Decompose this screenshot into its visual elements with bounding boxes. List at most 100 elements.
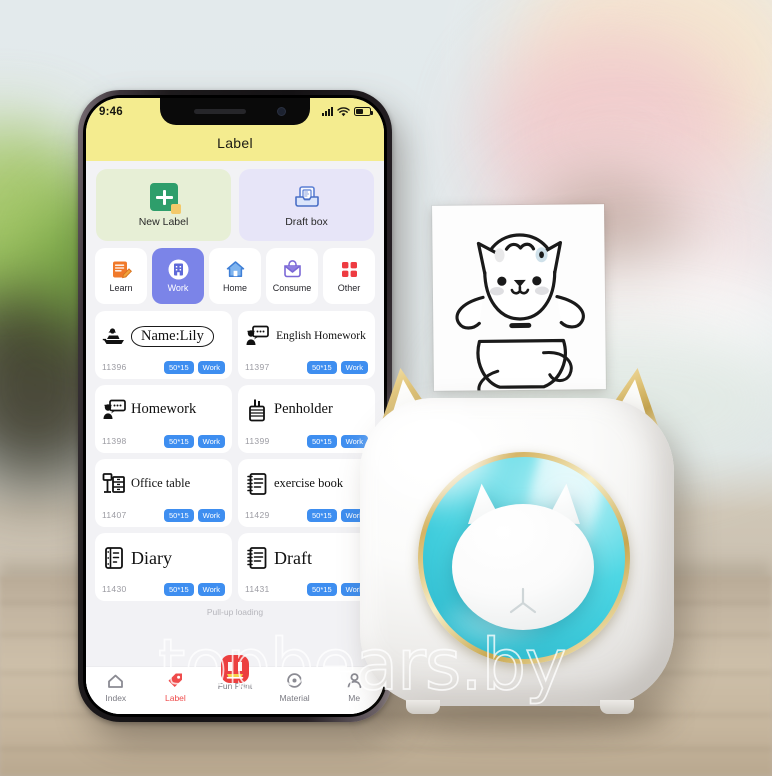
category-label: Consume	[272, 283, 312, 293]
printer-foot	[600, 700, 634, 714]
page-title: Label	[217, 135, 253, 151]
tab-index[interactable]: Index	[86, 671, 146, 703]
category-label: Home	[222, 283, 247, 293]
notebook-icon	[245, 546, 269, 570]
tag-badge: Work	[197, 360, 225, 374]
office-building-icon	[168, 259, 189, 280]
printer-body	[360, 398, 674, 714]
house-icon	[225, 259, 246, 280]
category-label: Other	[337, 283, 361, 293]
draft-box-icon	[292, 183, 322, 211]
size-badge: 50*15	[164, 582, 194, 596]
label-id: 11396	[102, 362, 127, 373]
penholder-icon	[245, 398, 269, 422]
label-grid: Name:Lily 11396 50*15 Work English Homew…	[86, 304, 384, 601]
status-time: 9:46	[99, 105, 123, 118]
category-label: Work	[167, 283, 189, 293]
quick-actions-row: New Label Draft box	[86, 161, 384, 241]
cat-thermal-printer	[352, 368, 682, 736]
diary-book-icon	[102, 546, 126, 570]
app-header: Label	[86, 125, 384, 161]
gold-ring-bezel	[418, 452, 630, 664]
label-id: 11430	[102, 584, 127, 595]
tab-label: Material	[279, 693, 310, 703]
size-badge: 50*15	[307, 360, 337, 374]
size-badge: 50*15	[164, 508, 194, 522]
label-id: 11431	[245, 584, 270, 595]
size-badge: 50*15	[307, 508, 337, 522]
category-learn[interactable]: Learn	[95, 248, 147, 304]
cellular-signal-icon	[322, 107, 333, 116]
phone-bezel: 9:46 Label New Label Draft box Learn Wor…	[83, 95, 387, 717]
printer-foot	[406, 700, 440, 714]
front-camera-icon	[277, 107, 286, 116]
tag-badge: Work	[197, 434, 225, 448]
notebook-icon	[245, 472, 269, 496]
label-tile[interactable]: Homework 11398 50*15 Work	[95, 385, 232, 453]
label-tile[interactable]: Diary 11430 50*15 Work	[95, 533, 232, 601]
label-title: English Homework	[276, 329, 366, 342]
category-row: Learn Work Home Consume Other	[86, 241, 384, 304]
label-title: exercise book	[274, 476, 344, 491]
phone-screen[interactable]: 9:46 Label New Label Draft box Learn Wor…	[86, 98, 384, 714]
size-badge: 50*15	[164, 434, 194, 448]
chat-bubble-icon	[245, 324, 269, 348]
label-id: 11407	[102, 510, 127, 521]
grid-squares-icon	[339, 259, 360, 280]
tab-label: Label	[164, 693, 186, 703]
label-tile[interactable]: Name:Lily 11396 50*15 Work	[95, 311, 232, 379]
category-home[interactable]: Home	[209, 248, 261, 304]
tab-label-active[interactable]: Label	[146, 671, 206, 703]
label-id: 11397	[245, 362, 270, 373]
smartphone: 9:46 Label New Label Draft box Learn Wor…	[78, 90, 392, 722]
label-id: 11398	[102, 436, 127, 447]
label-title: Name:Lily	[131, 325, 214, 347]
new-label-text: New Label	[138, 215, 189, 228]
tab-label: Fun Print	[217, 681, 253, 691]
size-badge: 50*15	[307, 434, 337, 448]
wifi-icon	[337, 106, 350, 116]
label-id: 11429	[245, 510, 270, 521]
new-label-button[interactable]: New Label	[96, 169, 231, 241]
label-title: Office table	[131, 476, 191, 491]
label-title: Draft	[274, 547, 312, 568]
material-icon	[286, 671, 303, 690]
tag-badge: Work	[197, 508, 225, 522]
size-badge: 50*15	[307, 582, 337, 596]
home-outline-icon	[107, 671, 124, 690]
tag-badge: Work	[197, 582, 225, 596]
tag-icon	[167, 671, 184, 690]
draft-box-text: Draft box	[285, 215, 328, 228]
bottom-tab-bar: Index Label Fun Print Material Me	[86, 654, 384, 714]
category-label: Learn	[109, 283, 133, 293]
category-work[interactable]: Work	[152, 248, 204, 304]
shopping-bag-icon	[282, 259, 303, 280]
label-title: Homework	[131, 401, 197, 418]
fun-print-icon	[218, 654, 252, 683]
label-id: 11399	[245, 436, 270, 447]
cartoon-cat-drawing	[455, 233, 585, 391]
earpiece-speaker	[194, 109, 246, 114]
tab-fun-print[interactable]: Fun Print	[205, 654, 265, 691]
category-consume[interactable]: Consume	[266, 248, 318, 304]
size-badge: 50*15	[164, 360, 194, 374]
tab-label: Index	[105, 693, 127, 703]
pull-up-loading-hint: Pull-up loading	[206, 607, 264, 617]
chat-bubble-icon	[102, 398, 126, 422]
office-desk-icon	[102, 472, 126, 496]
tab-material[interactable]: Material	[265, 671, 325, 703]
notebook-pencil-icon	[111, 259, 132, 280]
battery-icon	[354, 107, 373, 116]
label-title: Diary	[131, 547, 172, 568]
draft-box-button[interactable]: Draft box	[239, 169, 374, 241]
app-content[interactable]: New Label Draft box Learn Work Home Cons…	[86, 161, 384, 714]
new-label-icon	[149, 182, 181, 214]
label-tile[interactable]: Office table 11407 50*15 Work	[95, 459, 232, 527]
phone-notch	[160, 98, 310, 125]
label-title: Penholder	[274, 401, 333, 418]
printed-receipt-paper	[432, 204, 606, 391]
power-mark-icon	[509, 587, 537, 614]
cat-face-button[interactable]	[452, 482, 594, 630]
person-boat-icon	[102, 324, 126, 348]
category-other[interactable]: Other	[323, 248, 375, 304]
